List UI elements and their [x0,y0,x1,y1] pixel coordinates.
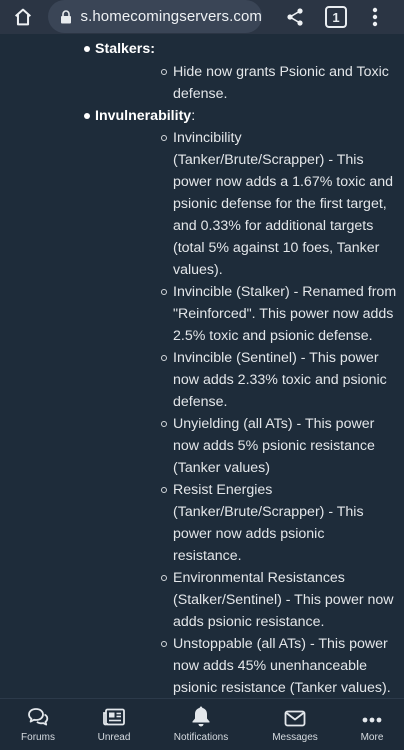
list-item: Environmental Resistances (Stalker/Senti… [173,570,394,630]
sub-list-bullet [161,69,167,75]
nav-notifications[interactable]: Notifications [166,699,236,750]
sub-list-bullet [161,421,167,427]
kebab-menu-icon [372,7,378,27]
list-item: Unyielding (all ATs) - This power now ad… [173,416,375,476]
nav-more[interactable]: More [348,699,396,750]
nav-forums[interactable]: Forums [10,699,66,750]
list-item: Invincible (Stalker) - Renamed from "Rei… [173,284,397,344]
tab-count: 1 [332,9,340,25]
list-item: Unstoppable (all ATs) - This power now a… [173,636,391,696]
more-dots-icon [362,717,382,723]
section-heading-stalkers: Stalkers: [95,41,155,57]
list-item: Hide now grants Psionic and Toxic defens… [173,64,389,102]
nav-messages[interactable]: Messages [266,699,324,750]
tabs-button[interactable]: 1 [325,6,347,28]
list-bullet [84,113,90,119]
list-bullet [84,46,90,52]
envelope-icon [284,710,306,727]
home-button[interactable] [0,0,46,34]
sub-list-bullet [161,575,167,581]
bottom-navigation: Forums Unread Notifications Messages Mor… [0,698,404,750]
lock-icon [60,9,72,24]
sub-list-bullet [161,487,167,493]
address-bar[interactable]: s.homecomingservers.com [48,0,262,33]
post-content: Stalkers: Hide now grants Psionic and To… [0,34,404,698]
sub-list-bullet [161,135,167,141]
home-icon [15,8,31,26]
section-heading-invulnerability: Invulnerability: [95,108,196,124]
url-text: s.homecomingservers.com [80,8,262,25]
forums-icon [28,708,49,726]
bell-icon [192,706,210,727]
list-item: Invincibility (Tanker/Brute/Scrapper) - … [173,130,394,278]
list-item: Invincible (Sentinel) - This power now a… [173,350,387,410]
share-icon [287,8,303,26]
sub-list-bullet [161,355,167,361]
newspaper-icon [103,708,125,726]
nav-unread[interactable]: Unread [86,699,142,750]
list-item: Resist Energies (Tanker/Brute/Scrapper) … [173,482,364,564]
sub-list-bullet [161,289,167,295]
share-button[interactable] [282,4,308,30]
sub-list-bullet [161,641,167,647]
browser-menu-button[interactable] [362,4,388,30]
browser-toolbar: s.homecomingservers.com 1 [0,0,404,34]
